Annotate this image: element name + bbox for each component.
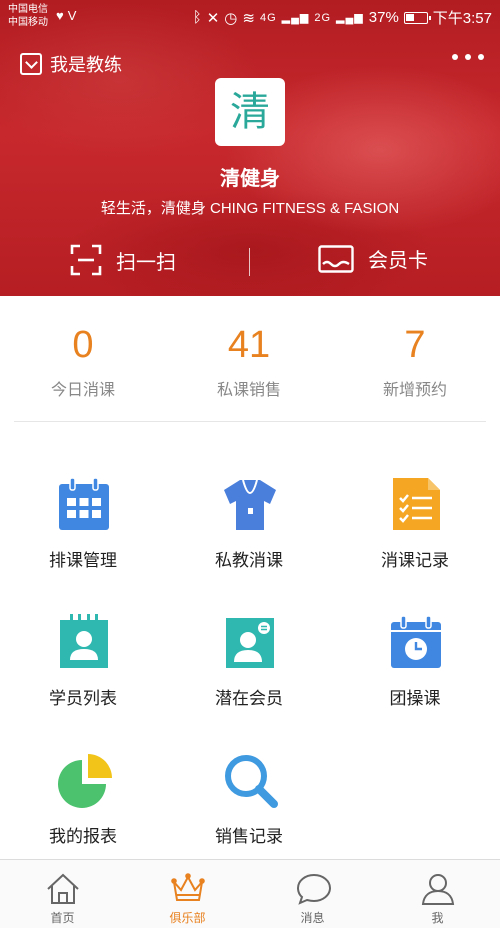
- tile-label: 我的报表: [49, 827, 117, 847]
- tab-label: 首页: [50, 911, 75, 925]
- private-consume-button[interactable]: 私教消课: [166, 422, 332, 571]
- my-reports-button[interactable]: 我的报表: [0, 698, 166, 847]
- carrier-1: 中国电信: [8, 4, 48, 15]
- feature-grid: 排课管理 私教消课 消课记录 学员列表 潜在会员 团操课 我的报表 销售记录: [0, 422, 500, 858]
- dot-icon: [478, 54, 484, 60]
- jersey-icon: [224, 479, 276, 530]
- scan-icon: [70, 244, 102, 276]
- clock: 下午3:57: [432, 10, 492, 27]
- group-class-button[interactable]: 团操课: [332, 560, 498, 709]
- tile-label: 团操课: [389, 689, 441, 709]
- system-indicators: ᛒ ✕ ◷ ≋ 4G ▂▄▆ 2G ▂▄▆ 37% 下午3:57: [193, 7, 492, 28]
- stat-label: 新增预约: [382, 380, 447, 399]
- signal-icon: ▂▄▆: [281, 12, 310, 24]
- dot-icon: [465, 54, 471, 60]
- chevron-down-icon: [20, 53, 42, 75]
- stat-value: 0: [72, 324, 94, 366]
- notification-icons: ♥V: [56, 8, 80, 23]
- heart-rate-icon: ♥: [56, 8, 68, 23]
- stat-today-consumed[interactable]: 0 今日消课: [0, 322, 166, 400]
- student-list-button[interactable]: 学员列表: [0, 560, 166, 709]
- tab-label: 俱乐部: [169, 911, 206, 925]
- stat-label: 私课销售: [216, 380, 281, 399]
- quick-actions: 扫一扫 会员卡: [0, 244, 500, 284]
- carrier-2: 中国移动: [8, 17, 48, 28]
- logo-char: 清: [230, 89, 270, 135]
- potential-member-icon: [226, 618, 274, 668]
- chat-bubble-icon: [296, 873, 332, 905]
- battery-percent: 37%: [368, 9, 399, 26]
- member-card-button[interactable]: 会员卡: [318, 244, 428, 273]
- stat-label: 今日消课: [50, 380, 115, 399]
- action-divider: [249, 248, 250, 276]
- wifi-icon: ≋: [242, 9, 255, 27]
- tile-label: 销售记录: [215, 827, 283, 847]
- consume-records-button[interactable]: 消课记录: [332, 422, 498, 571]
- bottom-tab-bar: 首页 俱乐部 消息 我: [0, 859, 500, 928]
- role-label: 我是教练: [50, 55, 122, 76]
- stat-value: 7: [404, 324, 426, 366]
- club-name: 清健身: [220, 166, 280, 190]
- magnifier-icon: [225, 755, 278, 808]
- tab-label: 消息: [300, 911, 325, 925]
- potential-members-button[interactable]: 潜在会员: [166, 560, 332, 709]
- checklist-icon: [393, 478, 440, 530]
- more-options-button[interactable]: [452, 54, 484, 60]
- pie-chart-icon: [58, 754, 112, 808]
- tab-home[interactable]: 首页: [0, 860, 125, 928]
- stat-value: 41: [227, 324, 271, 366]
- member-card-icon: [318, 244, 354, 273]
- home-icon: [47, 873, 79, 904]
- alarm-icon: ◷: [224, 9, 238, 27]
- role-switch-button[interactable]: 我是教练: [20, 51, 122, 77]
- tab-label: 我: [431, 911, 444, 925]
- header-banner: 中国电信 中国移动 ♥V ᛒ ✕ ◷ ≋ 4G ▂▄▆ 2G ▂▄▆ 37% 下…: [0, 0, 500, 296]
- network-2: 2G: [314, 11, 332, 24]
- scan-button[interactable]: 扫一扫: [70, 244, 176, 276]
- tab-club[interactable]: 俱乐部: [125, 860, 250, 928]
- crown-icon: [171, 873, 205, 901]
- battery-icon: [403, 11, 431, 24]
- dot-icon: [452, 54, 458, 60]
- person-icon: [421, 874, 455, 905]
- mute-icon: ✕: [206, 9, 220, 27]
- v-notify-icon: V: [67, 8, 81, 23]
- tab-me[interactable]: 我: [375, 860, 500, 928]
- calendar-grid-icon: [59, 477, 109, 530]
- stat-new-bookings[interactable]: 7 新增预约: [332, 322, 498, 400]
- schedule-management-button[interactable]: 排课管理: [0, 422, 166, 571]
- title-row: 我是教练: [0, 50, 500, 80]
- tab-messages[interactable]: 消息: [250, 860, 375, 928]
- stat-private-sales[interactable]: 41 私课销售: [166, 322, 332, 400]
- member-card-label: 会员卡: [368, 248, 428, 272]
- club-slogan: 轻生活，清健身 CHING FITNESS & FASION: [100, 200, 400, 217]
- club-logo: 清: [215, 78, 285, 146]
- calendar-clock-icon: [391, 615, 441, 668]
- student-list-icon: [60, 614, 108, 668]
- stats-panel: 0 今日消课 41 私课销售 7 新增预约: [0, 296, 500, 422]
- status-bar: 中国电信 中国移动 ♥V ᛒ ✕ ◷ ≋ 4G ▂▄▆ 2G ▂▄▆ 37% 下…: [0, 0, 500, 34]
- bluetooth-icon: ᛒ: [192, 9, 202, 26]
- sales-records-button[interactable]: 销售记录: [166, 698, 332, 847]
- carrier-info: 中国电信 中国移动: [8, 3, 48, 29]
- network-1: 4G: [259, 11, 277, 24]
- signal-icon-2: ▂▄▆: [336, 12, 364, 24]
- scan-label: 扫一扫: [116, 249, 176, 274]
